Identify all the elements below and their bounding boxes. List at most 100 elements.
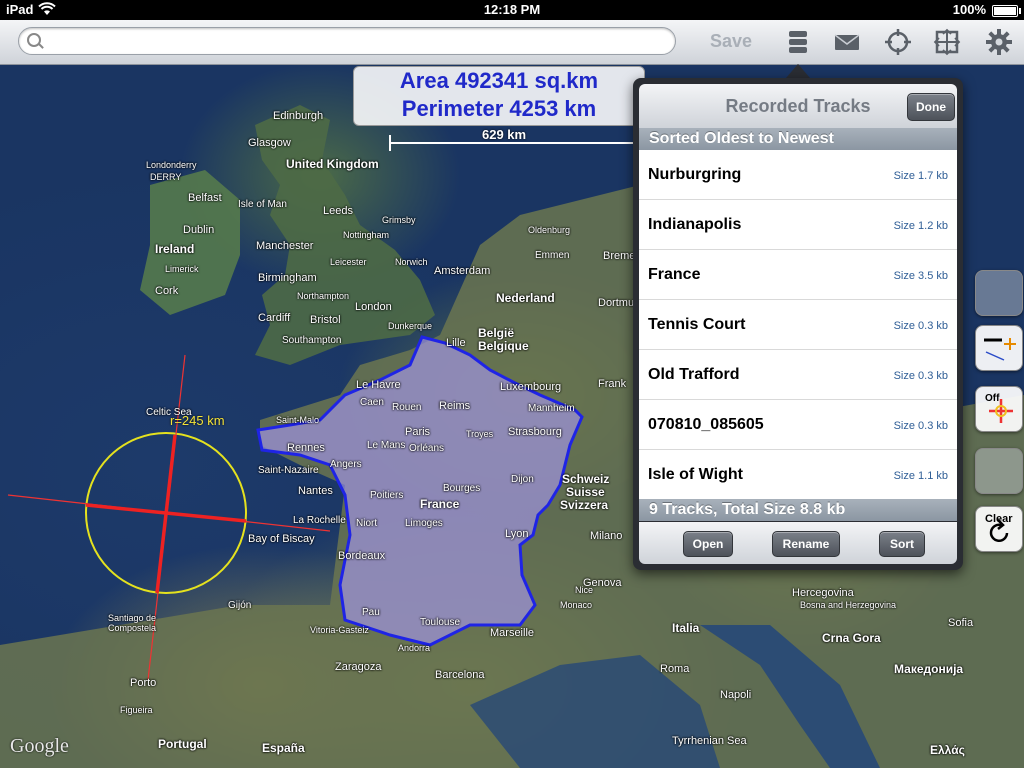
settings-gear-icon[interactable]	[984, 27, 1014, 57]
map-label: Bordeaux	[338, 550, 386, 562]
map-label: Barcelona	[435, 669, 485, 681]
map-label: Reims	[439, 400, 471, 412]
map-label: Porto	[130, 677, 157, 689]
track-size: Size 0.3 kb	[893, 370, 948, 382]
track-row[interactable]: 070810_085605 Size 0.3 kb	[639, 400, 957, 450]
save-button[interactable]: Save	[710, 31, 752, 52]
map-label: Ireland	[155, 242, 195, 256]
map-label: Svizzera	[560, 498, 609, 512]
clear-button[interactable]: Clear	[975, 506, 1023, 552]
track-row[interactable]: Nurburgring Size 1.7 kb	[639, 150, 957, 200]
sort-button[interactable]: Sort	[879, 531, 925, 557]
track-row[interactable]: Isle of Wight Size 1.1 kb	[639, 450, 957, 500]
map-label: España	[262, 741, 305, 755]
ruler-icon	[984, 338, 1016, 361]
fit-view-icon[interactable]	[932, 27, 962, 57]
map-label: Lille	[446, 337, 466, 349]
map-label: Suisse	[566, 485, 605, 499]
sort-section-header: Sorted Oldest to Newest	[639, 128, 957, 150]
map-label: Marseille	[490, 627, 535, 639]
mail-icon[interactable]	[832, 27, 862, 57]
area-text: Area 492341 sq.km	[399, 68, 599, 93]
track-name: France	[648, 266, 701, 283]
map-label: Rennes	[287, 442, 325, 454]
map-label: Bourges	[443, 483, 481, 494]
track-size: Size 3.5 kb	[893, 270, 948, 282]
map-label: La Rochelle	[293, 515, 346, 526]
done-button[interactable]: Done	[907, 93, 955, 121]
map-label: Glasgow	[248, 137, 291, 149]
tracks-list[interactable]: Nurburgring Size 1.7 kb Indianapolis Size …	[639, 150, 957, 500]
track-row[interactable]: Old Trafford Size 0.3 kb	[639, 350, 957, 400]
gps-off-button[interactable]: Off	[975, 386, 1023, 432]
track-size: Size 1.1 kb	[893, 470, 948, 482]
map-label: Napoli	[720, 689, 752, 701]
map-label: Nantes	[298, 485, 333, 497]
battery-icon	[992, 5, 1021, 17]
side-tool-dim-mid[interactable]	[975, 448, 1023, 494]
map-label: Northampton	[297, 291, 350, 301]
map-label: Norwich	[395, 257, 428, 267]
map-label: Southampton	[282, 335, 342, 346]
map-label: France	[420, 497, 460, 511]
track-row[interactable]: Tennis Court Size 0.3 kb	[639, 300, 957, 350]
map-label: Hercegovina	[792, 587, 854, 599]
map-label: Ελλάς	[930, 743, 965, 757]
map-label: Crna Gora	[822, 631, 881, 645]
toolbar: Save	[0, 20, 1024, 65]
map-label: Cardiff	[258, 312, 291, 324]
map-label: Leicester	[330, 257, 367, 267]
map-label: Andorra	[398, 643, 431, 653]
map-label: Toulouse	[420, 617, 461, 628]
map-label: Nice	[575, 585, 594, 595]
map-label: Oldenburg	[528, 225, 571, 235]
gps-off-label: Off	[985, 393, 1000, 404]
map-label: Luxembourg	[500, 381, 562, 393]
map-label: Le Mans	[367, 440, 406, 451]
map-label: Roma	[660, 663, 690, 675]
open-button[interactable]: Open	[683, 531, 733, 557]
scale-label: 629 km	[482, 127, 527, 142]
map-label: Saint-Nazaire	[258, 465, 319, 476]
track-size: Size 1.7 kb	[893, 170, 948, 182]
map-label: Amsterdam	[434, 265, 491, 277]
map-label: Caen	[360, 397, 384, 408]
google-logo: Google	[10, 735, 69, 757]
map-label: Saint-Malo	[276, 415, 320, 425]
map-label: Dublin	[183, 224, 215, 236]
map-label: London	[355, 301, 392, 313]
tracks-list-icon[interactable]	[783, 27, 813, 57]
map-label: Nederland	[496, 291, 555, 305]
map-label: Emmen	[535, 250, 570, 261]
map-label: Sofia	[948, 617, 974, 629]
track-name: Tennis Court	[648, 316, 746, 333]
search-bar[interactable]	[18, 27, 676, 55]
rename-button[interactable]: Rename	[772, 531, 840, 557]
popover-arrow	[786, 64, 810, 78]
track-row[interactable]: France Size 3.5 kb	[639, 250, 957, 300]
perimeter-text: Perimeter 4253 km	[401, 96, 597, 121]
track-name: 070810_085605	[648, 416, 764, 433]
map-label: DERRY	[150, 172, 182, 182]
locate-icon[interactable]	[883, 27, 913, 57]
map-label: Pau	[362, 607, 380, 618]
map-label: Limoges	[405, 518, 443, 529]
measurement-box: Area 492341 sq.km Perimeter 4253 km	[353, 66, 645, 126]
recorded-tracks-popover: Recorded Tracks Done Sorted Oldest to Ne…	[633, 78, 963, 570]
side-tool-dim-top[interactable]	[975, 270, 1023, 316]
map-label: Frank	[598, 378, 627, 390]
map-label: Tyrrhenian Sea	[672, 735, 747, 747]
clear-label: Clear	[985, 513, 1013, 525]
map-label: Limerick	[165, 264, 199, 274]
map-label: Le Havre	[356, 379, 401, 391]
track-size: Size 0.3 kb	[893, 420, 948, 432]
map-label: Troyes	[466, 429, 494, 439]
scale-bar	[389, 135, 640, 151]
map-label: Santiago de Compostela	[108, 613, 157, 633]
clock: 12:18 PM	[483, 2, 541, 17]
search-input[interactable]	[49, 31, 663, 51]
map-label: Dijon	[511, 474, 534, 485]
map-label: Portugal	[158, 737, 207, 751]
track-row[interactable]: Indianapolis Size 1.2 kb	[639, 200, 957, 250]
ruler-tool-button[interactable]	[975, 325, 1023, 371]
